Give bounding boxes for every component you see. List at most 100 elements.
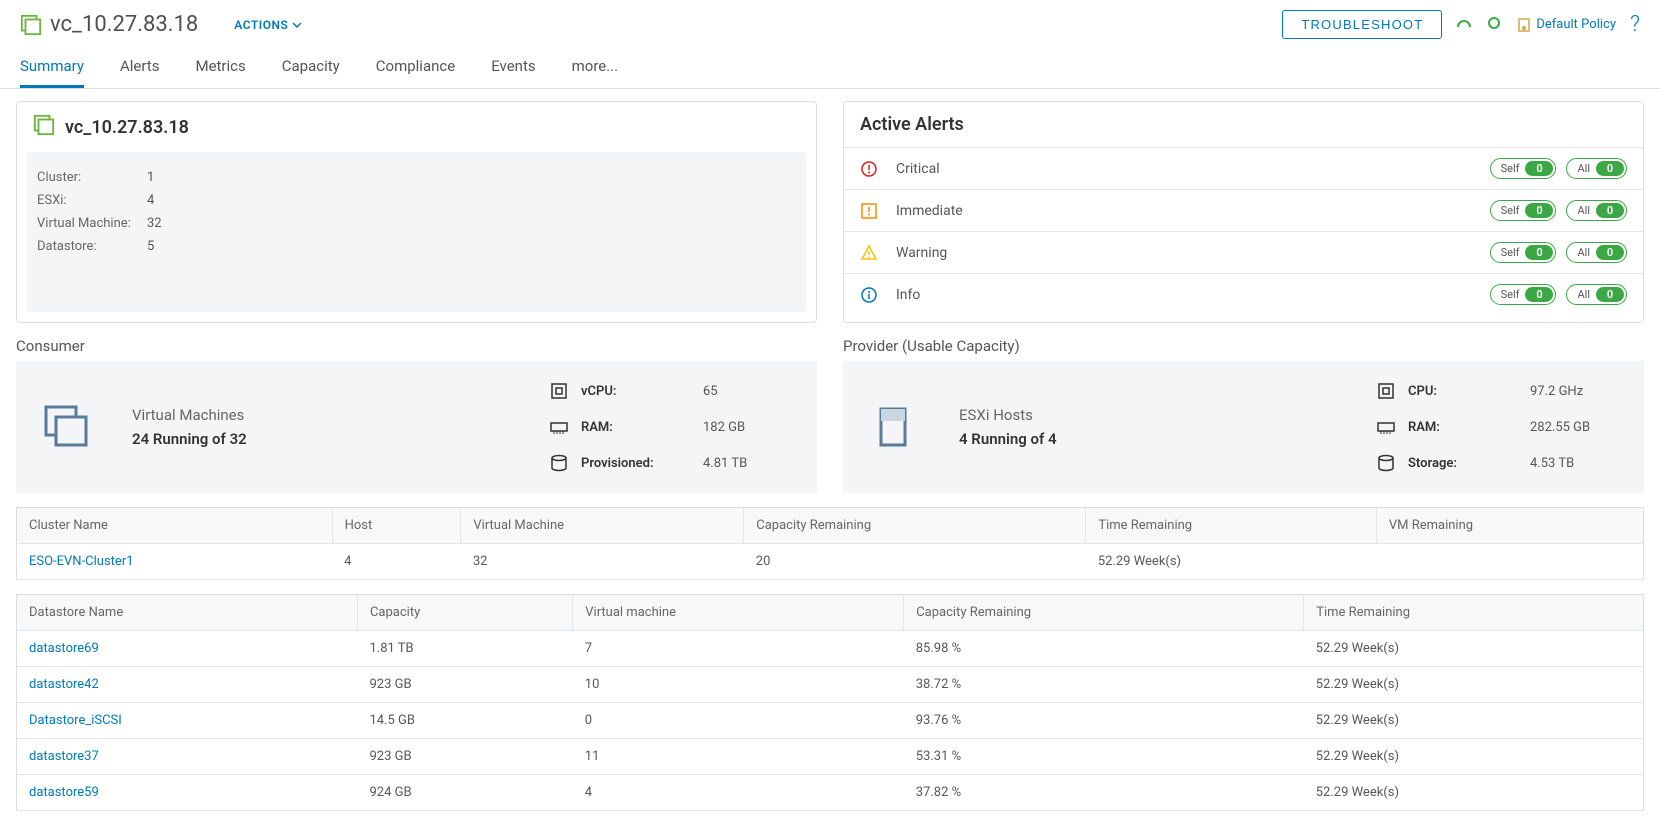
consumer-main-value: 24 Running of 32 [132, 430, 247, 448]
datastore-link[interactable]: Datastore_iSCSI [29, 713, 122, 728]
table-row: datastore42923 GB1038.72 %52.29 Week(s) [17, 667, 1644, 703]
provider-panel: ESXi Hosts 4 Running of 4 CPU: 97.2 GHz RA… [843, 361, 1644, 493]
alert-row-info: Info Self0 All0 [844, 274, 1643, 315]
tab-capacity[interactable]: Capacity [282, 57, 340, 88]
alert-self-pill[interactable]: Self0 [1490, 242, 1557, 263]
alert-self-pill[interactable]: Self0 [1490, 200, 1557, 221]
warning-icon [860, 244, 878, 262]
alert-self-pill[interactable]: Self0 [1490, 284, 1557, 305]
column-header[interactable]: Time Remaining [1086, 508, 1377, 544]
tab-more[interactable]: more... [572, 57, 618, 88]
consumer-main-label: Virtual Machines [132, 406, 247, 424]
table-row: datastore37923 GB1153.31 %52.29 Week(s) [17, 739, 1644, 775]
column-header[interactable]: VM Remaining [1376, 508, 1643, 544]
column-header[interactable]: Host [332, 508, 461, 544]
default-policy-label: Default Policy [1536, 17, 1616, 32]
immediate-icon [860, 202, 878, 220]
alert-all-pill[interactable]: All0 [1566, 242, 1627, 263]
host-icon [867, 401, 919, 453]
alert-level-label: Info [896, 287, 1016, 303]
alert-level-label: Critical [896, 161, 1016, 177]
metric-row: RAM: 282.55 GB [1376, 417, 1620, 437]
health-arc-icon-2 [1486, 15, 1502, 35]
column-header[interactable]: Datastore Name [17, 595, 358, 631]
summary-card: vc_10.27.83.18 Cluster:1ESXi:4Virtual Ma… [16, 101, 817, 323]
provider-title: Provider (Usable Capacity) [843, 337, 1644, 355]
metric-value: 182 GB [703, 420, 793, 435]
metric-label: Provisioned: [581, 456, 691, 471]
column-header[interactable]: Capacity [357, 595, 572, 631]
troubleshoot-button[interactable]: TROUBLESHOOT [1282, 10, 1442, 39]
column-header[interactable]: Cluster Name [17, 508, 333, 544]
metric-row: Storage:4.53 TB [1376, 453, 1620, 473]
metric-label: RAM: [581, 420, 691, 435]
tab-metrics[interactable]: Metrics [195, 57, 245, 88]
page-title: vc_10.27.83.18 [50, 12, 198, 37]
alert-row-immediate: Immediate Self0 All0 [844, 190, 1643, 232]
metric-value: 282.55 GB [1530, 420, 1620, 435]
datastore-table: Datastore NameCapacityVirtual machineCap… [16, 594, 1644, 811]
vm-stack-icon [40, 401, 92, 453]
column-header[interactable]: Virtual machine [573, 595, 904, 631]
metric-row: CPU: 97.2 GHz [1376, 381, 1620, 401]
active-alerts-title: Active Alerts [860, 114, 964, 135]
metric-label: vCPU: [581, 384, 691, 399]
chevron-down-icon [292, 20, 302, 30]
tab-compliance[interactable]: Compliance [376, 57, 455, 88]
actions-dropdown[interactable]: ACTIONS [234, 18, 302, 32]
cluster-link[interactable]: ESO-EVN-Cluster1 [29, 554, 134, 569]
cluster-table: Cluster NameHostVirtual MachineCapacity … [16, 507, 1644, 580]
metric-row: vCPU: 65 [549, 381, 793, 401]
info-icon [860, 286, 878, 304]
metric-label: Storage: [1408, 456, 1518, 471]
default-policy-link[interactable]: Default Policy [1516, 17, 1616, 33]
summary-card-title: vc_10.27.83.18 [65, 117, 189, 138]
table-row: Datastore_iSCSI14.5 GB093.76 %52.29 Week… [17, 703, 1644, 739]
alert-all-pill[interactable]: All0 [1566, 284, 1627, 305]
provider-main-label: ESXi Hosts [959, 406, 1057, 424]
vcenter-icon [33, 114, 55, 140]
datastore-link[interactable]: datastore42 [29, 677, 99, 692]
metric-value: 4.81 TB [703, 456, 793, 471]
metric-label: RAM: [1408, 420, 1518, 435]
metric-icon [549, 381, 569, 401]
help-icon[interactable]: ? [1630, 12, 1640, 37]
summary-key: ESXi: [37, 193, 147, 208]
tab-bar: Summary Alerts Metrics Capacity Compliance Ev… [0, 39, 1660, 89]
metric-row: RAM: 182 GB [549, 417, 793, 437]
alert-level-label: Warning [896, 245, 1016, 261]
column-header[interactable]: Capacity Remaining [904, 595, 1304, 631]
summary-key: Virtual Machine: [37, 216, 147, 231]
actions-label: ACTIONS [234, 18, 288, 32]
metric-icon [1376, 417, 1396, 437]
datastore-link[interactable]: datastore59 [29, 785, 99, 800]
tab-events[interactable]: Events [491, 57, 535, 88]
column-header[interactable]: Virtual Machine [461, 508, 744, 544]
column-header[interactable]: Capacity Remaining [744, 508, 1086, 544]
alert-all-pill[interactable]: All0 [1566, 200, 1627, 221]
provider-main-value: 4 Running of 4 [959, 430, 1057, 448]
metric-value: 65 [703, 384, 793, 399]
table-row: datastore691.81 TB785.98 %52.29 Week(s) [17, 631, 1644, 667]
tab-summary[interactable]: Summary [20, 57, 84, 88]
table-row: datastore59924 GB437.82 %52.29 Week(s) [17, 775, 1644, 811]
alert-all-pill[interactable]: All0 [1566, 158, 1627, 179]
alert-level-label: Immediate [896, 203, 1016, 219]
metric-value: 97.2 GHz [1530, 384, 1620, 399]
health-arc-icon-1 [1456, 15, 1472, 35]
metric-label: CPU: [1408, 384, 1518, 399]
summary-value: 4 [147, 193, 154, 208]
alert-self-pill[interactable]: Self0 [1490, 158, 1557, 179]
alert-row-critical: Critical Self0 All0 [844, 148, 1643, 190]
active-alerts-card: Active Alerts CriticalSelf0All0Immediate… [843, 101, 1644, 323]
metric-icon [1376, 453, 1396, 473]
metric-row: Provisioned: 4.81 TB [549, 453, 793, 473]
critical-icon [860, 160, 878, 178]
summary-key: Datastore: [37, 239, 147, 254]
summary-value: 1 [147, 170, 154, 185]
metric-icon [549, 453, 569, 473]
datastore-link[interactable]: datastore69 [29, 641, 99, 656]
tab-alerts[interactable]: Alerts [120, 57, 160, 88]
column-header[interactable]: Time Remaining [1304, 595, 1644, 631]
datastore-link[interactable]: datastore37 [29, 749, 99, 764]
